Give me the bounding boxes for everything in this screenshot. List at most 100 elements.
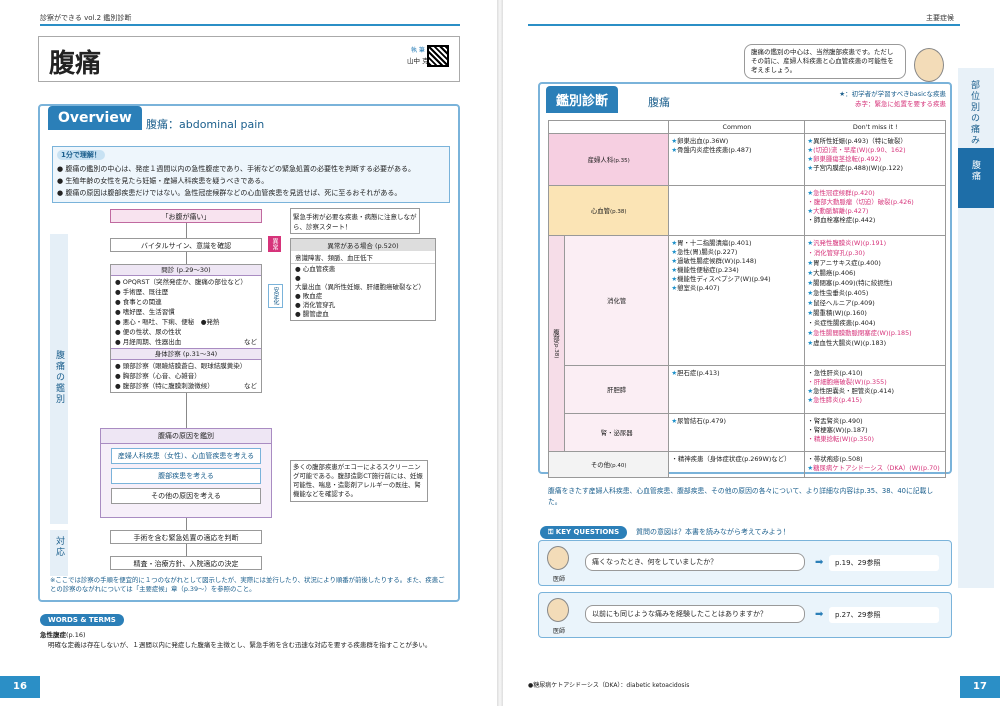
abnormal-box: 異常がある場合 (p.520) 意識障害、頻脈、血圧低下 ● 心血管疾患 ● 大… [290, 238, 436, 321]
arrow-right-icon: ➡ [815, 609, 824, 620]
key-questions-label: ⚿ KEY QUESTIONS [540, 526, 628, 539]
interview-title: 問診 [161, 266, 175, 274]
abnormal-tag: 異常 [268, 236, 281, 252]
interview-item: ● 便の性状、尿の性状 [115, 328, 182, 336]
flow-act-1: 手術を含む緊急処置の適応を判断 [110, 530, 262, 544]
title-box: 腹痛 執 筆 山中 克郎 [38, 36, 460, 82]
abnormal-item: ● 敗血症 [295, 292, 323, 300]
right-running-header: 主要症候 [926, 14, 954, 22]
kq-who: 医師 [553, 628, 566, 635]
table-row: 肝胆膵 ★胆石症(p.413) ・急性肝炎(p.410) ・肝細胞癌破裂(W)(p… [549, 365, 946, 414]
header-rule [40, 24, 460, 26]
table-row: その他(p.40) ・精神疾患（身体症状症(p.269W)など） ・帯状疱疹(p… [547, 451, 946, 478]
key-question-row: 医師 以前にも同じような痛みを経験したことはありますか？ ➡ p.27、29参照 [538, 592, 952, 638]
doctor-bubble: 腹痛の鑑別の中心は、当然腹部疾患です。ただしその前に、産婦人科疾患と心血管疾患の… [744, 44, 906, 79]
exam-item: ● 胸部診察（心音、心雑音） [115, 372, 201, 380]
flow-act-2: 精査・治療方針、入院適応の決定 [110, 556, 262, 570]
key-questions-intro: 質問の意図は？本書を読みながら考えてみよう！ [636, 528, 790, 536]
abnormal-item: ● 腸管虚血 [295, 310, 329, 318]
differential-2: 腹部疾患を考える [111, 468, 261, 484]
abnormal-item: ● 心血管疾患 [295, 265, 336, 273]
words-terms-body: 急性腹症(p.16) 明確な定義は存在しないが、１週間以内に発症した腹痛を主徴と… [40, 630, 460, 650]
kanbetsu-label: 鑑別診断 [546, 86, 619, 113]
abnormal-ref: (p.520) [374, 242, 399, 250]
summary-item: ● 腹痛の鑑別の中心は、発症１週間以内の急性腹症であり、手術などの緊急処置の必要… [57, 165, 415, 173]
abnormal-title: 異常がある場合 [327, 242, 373, 250]
interview-box: 問診 (p.29〜30) ● OPQRST（突然発症か、腹痛の部位など） ● 手… [110, 264, 262, 393]
col-common: Common [668, 120, 806, 134]
kanbetsu-sub: 腹痛 [648, 96, 670, 109]
overview-label: Overview [48, 106, 142, 130]
words-terms-label: WORDS & TERMS [40, 614, 124, 626]
table-row: 腹部(p.38) 消化管 ★胃・十二指腸潰瘍(p.401) ★急性(胃)腸炎(p.… [548, 235, 946, 452]
side-label-differential: 腹痛の鑑別 [54, 350, 64, 405]
doctor-avatar-icon [914, 48, 944, 82]
flow-vital: バイタルサイン、意識を確認 [110, 238, 262, 252]
key-question-row: 医師 痛くなったとき、何をしていましたか？ ➡ p.19、29参照 [538, 540, 952, 586]
doctor-icon [547, 546, 569, 570]
table-header-row: Common Don't miss it ! [547, 120, 946, 134]
qr-code-icon [427, 45, 449, 67]
book-spine [497, 0, 503, 706]
key-icon: ⚿ [548, 528, 556, 536]
header-rule-right [528, 24, 960, 26]
words-ref: (p.16) [66, 631, 86, 639]
summary-item: ● 生殖年齢の女性を見たら妊娠・産婦人科疾患を疑うべきである。 [57, 177, 269, 185]
kq-ref: p.19、29参照 [829, 555, 939, 571]
interview-ref: (p.29〜30) [176, 266, 211, 274]
interview-item: ● 食事との関連 [115, 298, 162, 306]
words-term: 急性腹症 [40, 631, 66, 639]
flow-note-2: 多くの腹部疾患がエコーによるスクリーニング可能である。腹部造影CT施行前には、妊… [290, 460, 428, 502]
flow-start: 「お腹が痛い」 [110, 209, 262, 223]
differential-title: 腹痛の原因を鑑別 [101, 429, 271, 444]
interview-item: ● OPQRST（突然発症か、腹痛の部位など） [115, 278, 247, 286]
overview-title: 腹痛：abdominal pain [146, 118, 265, 131]
exam-ref: (p.31〜34) [182, 350, 218, 358]
legend-basic: ★：初学者が学習すべきbasicな疾患 [839, 90, 946, 98]
kq-ref: p.27、29参照 [829, 607, 939, 623]
summary-box: 1分で理解！ ● 腹痛の鑑別の中心は、発症１週間以内の急性腹症であり、手術などの… [52, 146, 450, 203]
side-index: 部位別の痛み 腹痛 [958, 68, 994, 588]
words-text: 明確な定義は存在しないが、１週間以内に発症した腹痛を主徴とし、緊急手術を含む迅速… [48, 641, 432, 649]
interview-item: ● 嗜好歴、生活習慣 [115, 308, 175, 316]
side-label-response: 対応 [54, 536, 64, 558]
abnormal-sub: 意識障害、頻脈、血圧低下 [291, 251, 435, 264]
table-row: 心血管(p.38) ★急性冠症候群(p.420) ・腹部大動脈瘤（切迫）破裂(p.… [547, 185, 946, 236]
summary-item: ● 腹痛の原因は腹部疾患だけではない。急性冠症候群などの心血管疾患を見逃せば、死… [57, 189, 402, 197]
side-index-tab: 腹痛 [958, 148, 994, 208]
col-dontmiss: Don't miss it ! [804, 120, 946, 134]
legend-red: 赤字：緊急に処置を要する疾患 [855, 100, 946, 108]
table-row: 腎・泌尿器 ★尿管結石(p.479) ・腎盂腎炎(p.490) ・腎梗塞(W)(p… [549, 413, 946, 452]
side-index-label: 部位別の痛み [969, 80, 979, 146]
page-number-right: 17 [960, 676, 1000, 698]
differential-1: 産婦人科疾患（女性）、心血管疾患を考える [111, 448, 261, 464]
interview-item: ● 悪心・嘔吐、下痢、便秘 ●発熱 [115, 318, 220, 326]
left-footnote: ※ここでは診察の手順を便宜的に１つのながれとして図示したが、実際には並行したり、… [50, 576, 445, 593]
kq-who: 医師 [553, 576, 566, 583]
differential-table: Common Don't miss it ! 産婦人科(p.35) ★卵巣出血(… [547, 120, 946, 478]
page-number-left: 16 [0, 676, 40, 698]
abnormal-item: ● 大量出血（異所性妊娠、肝細胞癌破裂など） [295, 274, 425, 291]
abnormal-item: ● 消化管穿孔 [295, 301, 336, 309]
stable-tag: 安定化 [268, 284, 283, 308]
arrow-right-icon: ➡ [815, 557, 824, 568]
exam-item: ● 頭部診察（眼瞼結膜蒼白、眼球結膜黄染） [115, 362, 247, 370]
exam-title: 身体診察 [154, 350, 181, 358]
kq-question: 以前にも同じような痛みを経験したことはありますか？ [585, 605, 805, 623]
doctor-icon [547, 598, 569, 622]
interview-item: ● 月経周期、性器出血 など [115, 338, 257, 346]
exam-item: ● 腹部診察（特に腹膜刺激徴候） など [115, 382, 257, 390]
table-row: 産婦人科(p.35) ★卵巣出血(p.36W) ★骨盤内炎症性疾患(p.487) … [547, 133, 946, 186]
page-title: 腹痛 [49, 49, 102, 79]
differential-box: 腹痛の原因を鑑別 産婦人科疾患（女性）、心血管疾患を考える 腹部疾患を考える そ… [100, 428, 272, 518]
table-note: 腹痛をきたす産婦人科疾患、心血管疾患、腹部疾患、その他の原因の各々について、より… [548, 487, 934, 506]
kq-question: 痛くなったとき、何をしていましたか？ [585, 553, 805, 571]
one-minute-label: 1分で理解！ [57, 150, 105, 160]
author-role: 執 筆 [411, 47, 425, 54]
abnormal-list: ● 心血管疾患 ● 大量出血（異所性妊娠、肝細胞癌破裂など） ● 敗血症 ● 消… [291, 264, 435, 320]
interview-item: ● 手術歴、既往歴 [115, 288, 169, 296]
right-footnote: ●糖尿病ケトアシドーシス（DKA）：diabetic ketoacidosis [528, 682, 690, 689]
left-running-header: 診察ができる vol.2 鑑別診断 [40, 14, 132, 22]
summary-list: ● 腹痛の鑑別の中心は、発症１週間以内の急性腹症であり、手術などの緊急処置の必要… [57, 163, 445, 199]
differential-3: その他の原因を考える [111, 488, 261, 504]
